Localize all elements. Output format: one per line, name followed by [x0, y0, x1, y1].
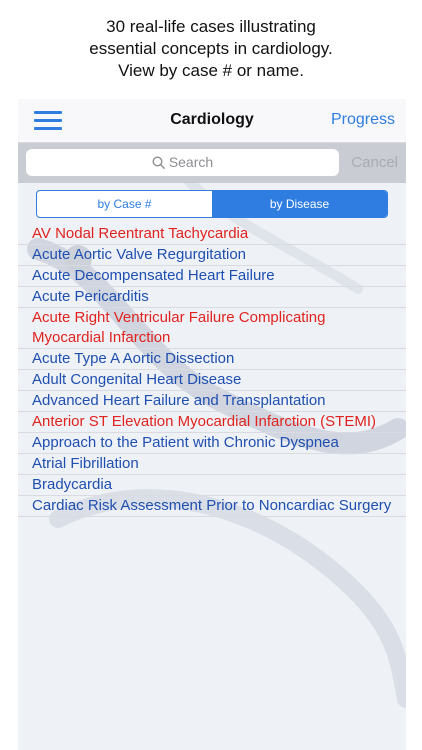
case-title: Acute Right Ventricular Failure Complica… [32, 309, 326, 346]
navigation-bar: Cardiology Progress [18, 99, 406, 143]
list-item[interactable]: Anterior ST Elevation Myocardial Infarct… [18, 412, 406, 433]
case-title: Acute Pericarditis [32, 288, 149, 305]
list-item[interactable]: Cardiac Risk Assessment Prior to Noncard… [18, 496, 406, 517]
segment-by-disease[interactable]: by Disease [212, 191, 387, 217]
list-item[interactable]: Bradycardia [18, 475, 406, 496]
case-title: AV Nodal Reentrant Tachycardia [32, 225, 249, 242]
search-bar: Search Cancel [18, 143, 406, 183]
app-screen: Cardiology Progress Search Cancel by Cas… [18, 99, 406, 750]
list-item[interactable]: Adult Congenital Heart Disease [18, 370, 406, 391]
search-placeholder: Search [168, 154, 214, 170]
caption-line-2: essential concepts in cardiology. [89, 39, 333, 58]
case-title: Bradycardia [32, 476, 113, 493]
case-title: Acute Decompensated Heart Failure [32, 267, 275, 284]
list-item[interactable]: AV Nodal Reentrant Tachycardia [18, 224, 406, 245]
progress-button[interactable]: Progress [331, 111, 395, 129]
case-title: Approach to the Patient with Chronic Dys… [32, 434, 339, 451]
list-item[interactable]: Advanced Heart Failure and Transplantati… [18, 391, 406, 412]
list-item[interactable]: Acute Decompensated Heart Failure [18, 266, 406, 287]
case-title: Atrial Fibrillation [32, 455, 139, 472]
list-item[interactable]: Acute Right Ventricular Failure Complica… [18, 308, 406, 349]
caption-line-3: View by case # or name. [118, 61, 304, 80]
caption-line-1: 30 real-life cases illustrating [106, 17, 316, 36]
case-title: Acute Type A Aortic Dissection [32, 350, 235, 367]
list-item[interactable]: Acute Pericarditis [18, 287, 406, 308]
promo-caption: 30 real-life cases illustrating essentia… [0, 16, 422, 82]
case-title: Anterior ST Elevation Myocardial Infarct… [32, 413, 377, 430]
segment-by-case[interactable]: by Case # [37, 191, 212, 217]
search-input[interactable]: Search [26, 149, 339, 176]
case-title: Cardiac Risk Assessment Prior to Noncard… [32, 497, 392, 514]
cancel-button[interactable]: Cancel [351, 154, 398, 171]
case-title: Adult Congenital Heart Disease [32, 371, 242, 388]
menu-icon[interactable] [34, 111, 62, 131]
list-item[interactable]: Acute Type A Aortic Dissection [18, 349, 406, 370]
list-item[interactable]: Acute Aortic Valve Regurgitation [18, 245, 406, 266]
case-title: Acute Aortic Valve Regurgitation [32, 246, 247, 263]
list-item[interactable]: Approach to the Patient with Chronic Dys… [18, 433, 406, 454]
sort-segmented-control: by Case # by Disease [36, 190, 388, 218]
case-list: AV Nodal Reentrant Tachycardia Acute Aort… [18, 224, 406, 517]
list-item[interactable]: Atrial Fibrillation [18, 454, 406, 475]
search-icon [152, 156, 165, 169]
case-title: Advanced Heart Failure and Transplantati… [32, 392, 326, 409]
